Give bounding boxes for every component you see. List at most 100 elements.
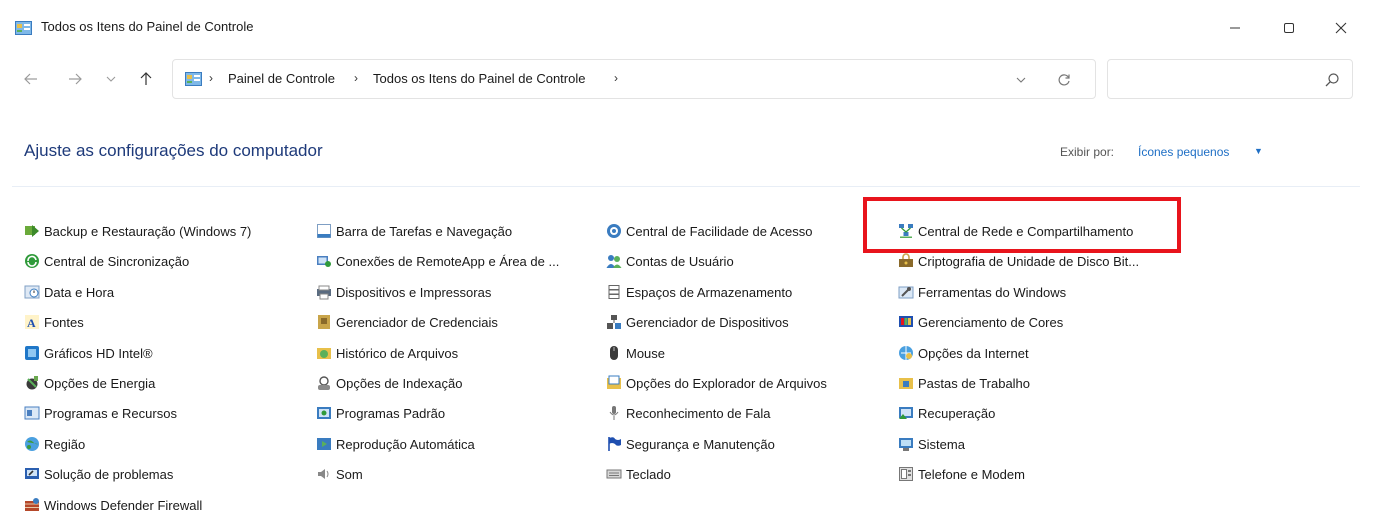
control-panel-item-label: Gráficos HD Intel®: [44, 345, 153, 361]
file-history-icon: [316, 345, 332, 361]
control-panel-item[interactable]: Opções da Internet: [898, 343, 1029, 363]
control-panel-item[interactable]: Teclado: [606, 464, 671, 484]
minimize-button[interactable]: [1212, 14, 1258, 42]
control-panel-icon: [15, 21, 32, 35]
recent-locations-button[interactable]: [98, 66, 124, 92]
control-panel-item[interactable]: Histórico de Arquivos: [316, 343, 458, 363]
view-by-dropdown[interactable]: Ícones pequenos: [1138, 145, 1229, 159]
control-panel-item-label: Opções de Indexação: [336, 375, 463, 391]
control-panel-item[interactable]: Gerenciador de Dispositivos: [606, 312, 789, 332]
control-panel-item[interactable]: Espaços de Armazenamento: [606, 282, 792, 302]
control-panel-item-label: Reprodução Automática: [336, 436, 475, 452]
control-panel-item[interactable]: Reconhecimento de Fala: [606, 403, 771, 423]
control-panel-item[interactable]: Pastas de Trabalho: [898, 373, 1030, 393]
control-panel-item[interactable]: Segurança e Manutenção: [606, 434, 775, 454]
control-panel-item[interactable]: Opções do Explorador de Arquivos: [606, 373, 827, 393]
control-panel-item[interactable]: Sistema: [898, 434, 965, 454]
control-panel-item[interactable]: Central de Sincronização: [24, 251, 189, 271]
refresh-button[interactable]: [1053, 69, 1075, 91]
control-panel-item-label: Contas de Usuário: [626, 253, 734, 269]
control-panel-item-label: Pastas de Trabalho: [918, 375, 1031, 391]
control-panel-item[interactable]: Criptografia de Unidade de Disco Bit...: [898, 251, 1139, 271]
control-panel-item[interactable]: A Fontes: [24, 312, 84, 332]
control-panel-item[interactable]: Data e Hora: [24, 282, 114, 302]
search-input[interactable]: [1107, 59, 1353, 99]
control-panel-item[interactable]: Reprodução Automática: [316, 434, 475, 454]
control-panel-item[interactable]: Telefone e Modem: [898, 464, 1025, 484]
control-panel-item[interactable]: Backup e Restauração (Windows 7): [24, 221, 251, 241]
control-panel-item-label: Ferramentas do Windows: [918, 284, 1067, 300]
breadcrumb-separator[interactable]: ›: [354, 71, 358, 85]
back-button[interactable]: [18, 66, 44, 92]
svg-text:A: A: [27, 316, 36, 330]
clock-icon: [24, 284, 40, 300]
forward-button[interactable]: [62, 66, 88, 92]
breadcrumb-separator[interactable]: ›: [614, 71, 618, 85]
control-panel-item[interactable]: Região: [24, 434, 85, 454]
control-panel-item-label: Barra de Tarefas e Navegação: [336, 223, 513, 239]
breadcrumb-control-panel[interactable]: Painel de Controle: [228, 71, 335, 86]
control-panel-item-label: Gerenciador de Dispositivos: [626, 314, 789, 330]
control-panel-item-label: Windows Defender Firewall: [44, 497, 203, 513]
control-panel-item-label: Histórico de Arquivos: [336, 345, 459, 361]
control-panel-item[interactable]: Som: [316, 464, 363, 484]
control-panel-item[interactable]: Ferramentas do Windows: [898, 282, 1066, 302]
address-bar[interactable]: › Painel de Controle › Todos os Itens do…: [172, 59, 1096, 99]
globe-icon: [24, 436, 40, 452]
user-accounts-icon: [606, 253, 622, 269]
control-panel-item[interactable]: Programas e Recursos: [24, 403, 177, 423]
refresh-icon: [1058, 74, 1070, 86]
window-title: Todos os Itens do Painel de Controle: [41, 19, 254, 34]
up-button[interactable]: [133, 66, 159, 92]
sound-icon: [316, 466, 332, 482]
control-panel-item[interactable]: Windows Defender Firewall: [24, 495, 202, 515]
breadcrumb-separator[interactable]: ›: [209, 71, 213, 85]
breadcrumb-all-items[interactable]: Todos os Itens do Painel de Controle: [373, 71, 585, 86]
address-dropdown-button[interactable]: [1011, 70, 1031, 90]
arrow-left-icon: [24, 73, 37, 85]
backup-icon: [24, 223, 40, 239]
close-icon: [1335, 22, 1347, 34]
mouse-icon: [606, 345, 622, 361]
control-panel-item[interactable]: Opções de Energia: [24, 373, 155, 393]
divider: [12, 186, 1360, 187]
control-panel-item[interactable]: Gráficos HD Intel®: [24, 343, 153, 363]
credentials-icon: [316, 314, 332, 330]
fonts-icon: A: [24, 314, 40, 330]
sync-icon: [24, 253, 40, 269]
autoplay-icon: [316, 436, 332, 452]
caret-down-icon[interactable]: ▼: [1254, 146, 1263, 156]
power-icon: [24, 375, 40, 391]
color-management-icon: [898, 314, 914, 330]
minimize-icon: [1230, 27, 1240, 29]
maximize-icon: [1284, 23, 1294, 33]
control-panel-item[interactable]: Mouse: [606, 343, 665, 363]
troubleshoot-icon: [24, 466, 40, 482]
search-icon: [1325, 73, 1339, 87]
storage-icon: [606, 284, 622, 300]
control-panel-item-label: Reconhecimento de Fala: [626, 405, 771, 421]
maximize-button[interactable]: [1266, 14, 1312, 42]
control-panel-item-label: Opções de Energia: [44, 375, 156, 391]
control-panel-item[interactable]: Gerenciamento de Cores: [898, 312, 1063, 332]
taskbar-icon: [316, 223, 332, 239]
control-panel-item[interactable]: Contas de Usuário: [606, 251, 734, 271]
control-panel-item[interactable]: Opções de Indexação: [316, 373, 462, 393]
device-manager-icon: [606, 314, 622, 330]
control-panel-item-label: Programas Padrão: [336, 405, 446, 421]
view-by-label: Exibir por:: [1060, 145, 1115, 159]
control-panel-item[interactable]: Dispositivos e Impressoras: [316, 282, 491, 302]
control-panel-item[interactable]: Conexões de RemoteApp e Área de ...: [316, 251, 559, 271]
control-panel-item[interactable]: Recuperação: [898, 403, 995, 423]
control-panel-item-label: Solução de problemas: [44, 466, 174, 482]
control-panel-item[interactable]: Central de Facilidade de Acesso: [606, 221, 812, 241]
control-panel-item-label: Opções do Explorador de Arquivos: [626, 375, 827, 391]
control-panel-item[interactable]: Barra de Tarefas e Navegação: [316, 221, 512, 241]
control-panel-item[interactable]: Solução de problemas: [24, 464, 173, 484]
control-panel-item[interactable]: Gerenciador de Credenciais: [316, 312, 498, 332]
firewall-icon: [24, 497, 40, 513]
close-button[interactable]: [1318, 14, 1364, 42]
control-panel-item[interactable]: Programas Padrão: [316, 403, 445, 423]
control-panel-item-label: Gerenciamento de Cores: [918, 314, 1064, 330]
control-panel-item-label: Gerenciador de Credenciais: [336, 314, 498, 330]
